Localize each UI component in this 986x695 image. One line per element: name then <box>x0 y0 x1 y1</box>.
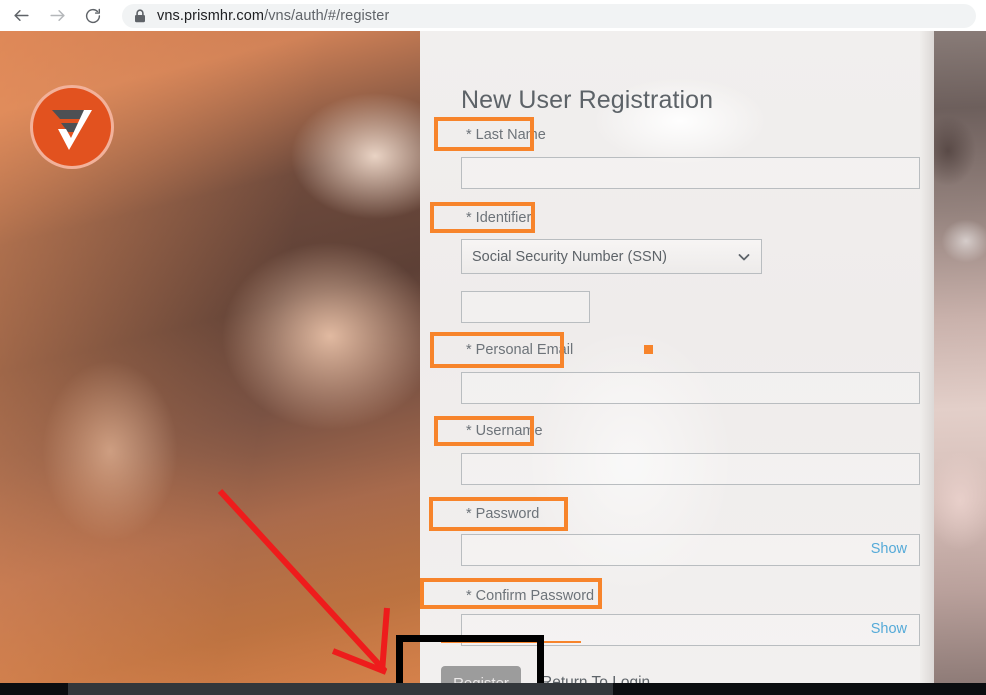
page-viewport: New User Registration * Last Name * Iden… <box>0 31 986 683</box>
address-bar[interactable]: vns.prismhr.com/vns/auth/#/register <box>122 3 976 28</box>
reload-icon <box>84 7 102 25</box>
identifier-value-input[interactable] <box>461 291 590 323</box>
personal-email-input[interactable] <box>461 372 920 404</box>
orange-square-marker <box>644 345 653 354</box>
register-button[interactable]: Register <box>441 666 521 683</box>
back-arrow-icon <box>12 6 31 25</box>
label-username: * Username <box>466 423 543 439</box>
side-portrait-photo <box>920 31 986 683</box>
forward-button[interactable] <box>42 1 72 31</box>
label-password: * Password <box>466 506 540 522</box>
horizontal-scrollbar-thumb[interactable] <box>68 683 613 695</box>
label-confirm-password: * Confirm Password <box>466 588 595 604</box>
confirm-password-show-toggle[interactable]: Show <box>871 621 907 637</box>
identifier-type-select[interactable]: Social Security Number (SSN) <box>461 239 762 274</box>
address-bar-url: vns.prismhr.com/vns/auth/#/register <box>157 7 390 24</box>
label-personal-email: * Personal Email <box>466 342 574 358</box>
reload-button[interactable] <box>78 1 108 31</box>
back-button[interactable] <box>6 1 36 31</box>
confirm-password-field-wrapper: Show <box>461 614 920 646</box>
registration-form-card: New User Registration * Last Name * Iden… <box>420 31 920 683</box>
label-identifier: * Identifier <box>466 210 532 226</box>
return-to-login-link[interactable]: Return To Login <box>541 674 650 683</box>
last-name-input[interactable] <box>461 157 920 189</box>
label-last-name: * Last Name <box>466 127 546 143</box>
password-field-wrapper: Show <box>461 534 920 566</box>
horizontal-scrollbar[interactable] <box>0 683 986 695</box>
chevron-down-icon <box>737 250 751 264</box>
lock-icon <box>134 8 146 23</box>
username-input[interactable] <box>461 453 920 485</box>
password-show-toggle[interactable]: Show <box>871 541 907 557</box>
browser-toolbar: vns.prismhr.com/vns/auth/#/register <box>0 0 986 31</box>
page-title: New User Registration <box>461 86 714 114</box>
forward-arrow-icon <box>48 6 67 25</box>
identifier-type-selected-value: Social Security Number (SSN) <box>472 248 667 265</box>
prismhr-v-checkmark-logo <box>30 85 114 169</box>
